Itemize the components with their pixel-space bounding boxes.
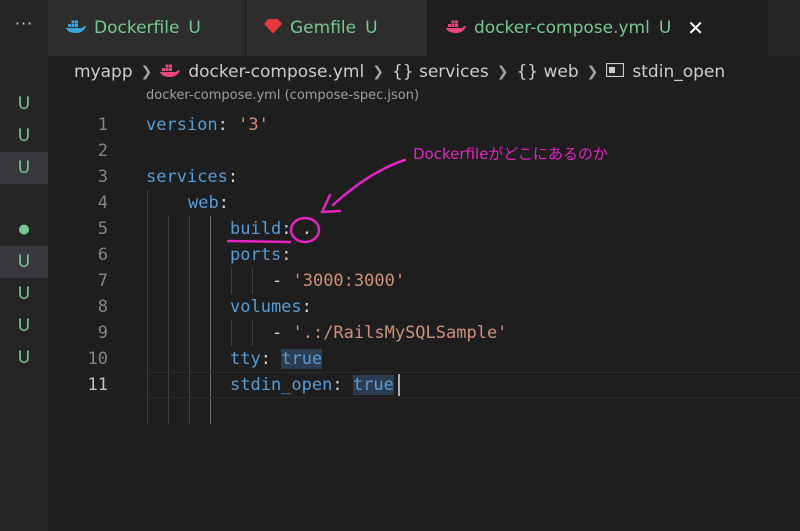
annotation-drawing (226, 158, 407, 244)
